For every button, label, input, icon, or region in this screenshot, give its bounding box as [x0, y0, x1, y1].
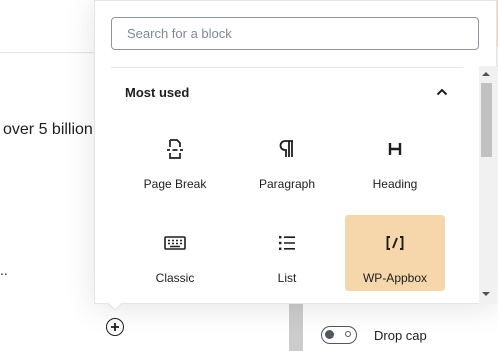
add-block-button[interactable] — [106, 318, 124, 336]
scrollbar-thumb[interactable] — [481, 83, 492, 157]
scroll-down-arrow-icon[interactable] — [481, 290, 491, 298]
toggle-off-indicator — [345, 331, 351, 337]
heading-icon — [383, 137, 407, 161]
block-label: Heading — [372, 177, 418, 191]
popover-arrow — [108, 303, 122, 311]
plus-icon — [111, 323, 119, 331]
block-wp-appbox[interactable]: WP-Appbox — [345, 215, 445, 291]
paragraph-icon — [275, 137, 299, 161]
editor-paragraph-text[interactable]: over 5 billion — [3, 121, 93, 139]
block-page-break[interactable]: Page Break — [125, 121, 225, 197]
sidebar-scroll-gutter — [289, 300, 303, 351]
toggle-knob — [325, 330, 334, 339]
scroll-up-arrow-icon[interactable] — [481, 70, 491, 78]
drop-cap-toggle[interactable] — [321, 326, 357, 344]
chevron-up-icon — [435, 85, 449, 99]
block-search-field[interactable] — [111, 17, 479, 50]
block-label: Page Break — [143, 177, 207, 191]
block-inserter-popover: Most used Page Break — [94, 0, 497, 304]
block-heading[interactable]: Heading — [345, 121, 445, 197]
block-list[interactable]: List — [237, 215, 337, 291]
list-icon — [275, 231, 299, 255]
page-break-icon — [163, 137, 187, 161]
block-classic[interactable]: Classic — [125, 215, 225, 291]
block-paragraph[interactable]: Paragraph — [237, 121, 337, 197]
block-label: Paragraph — [258, 177, 316, 191]
block-label: WP-Appbox — [362, 271, 428, 285]
panel-title: Most used — [125, 84, 190, 100]
keyboard-icon — [163, 231, 187, 255]
search-input[interactable] — [112, 18, 478, 49]
block-label: Classic — [155, 271, 195, 285]
block-label: List — [277, 271, 297, 285]
editor-paragraph-fragment[interactable]: .. — [0, 262, 8, 278]
editor-stage: over 5 billion .. V h L Drop cap Most us… — [0, 0, 498, 351]
header-divider — [0, 52, 100, 53]
most-used-panel-toggle[interactable]: Most used — [111, 68, 463, 116]
drop-cap-label: Drop cap — [374, 328, 427, 343]
shortcode-icon — [383, 231, 407, 255]
